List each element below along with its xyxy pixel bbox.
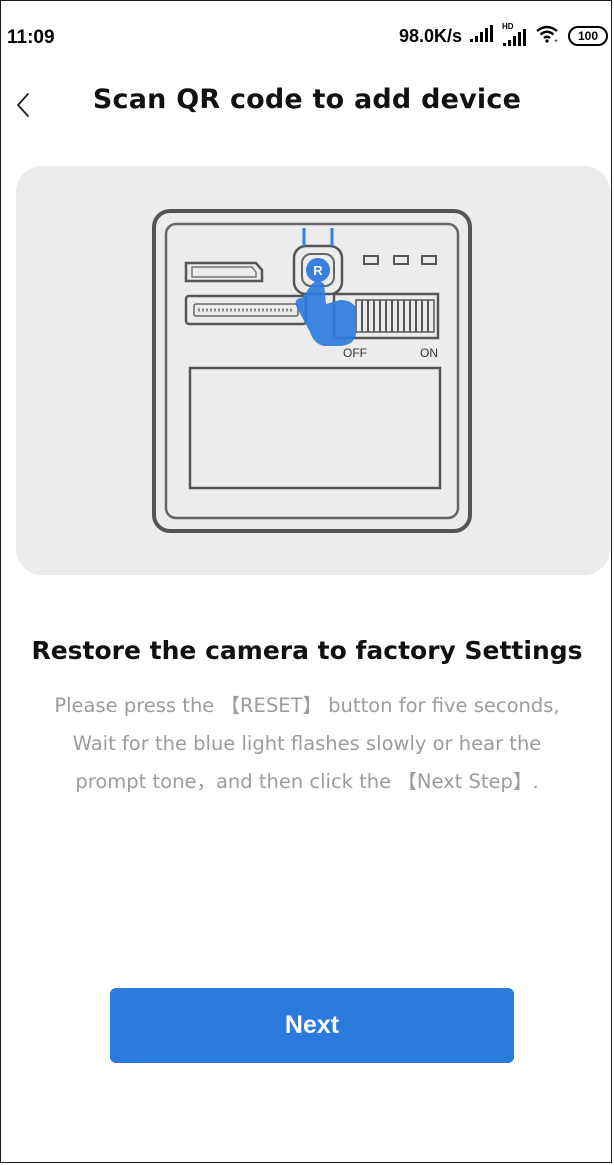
network-speed: 98.0K/s <box>398 25 462 46</box>
reset-button-label: R <box>313 263 323 278</box>
svg-text:+: + <box>554 38 558 44</box>
instructions-body: Please press the 【RESET】 button for five… <box>4 687 610 801</box>
next-button[interactable]: Next <box>110 988 514 1063</box>
signal-icon <box>469 25 495 47</box>
instructions-title: Restore the camera to factory Settings <box>31 636 583 665</box>
page-title: Scan QR code to add device <box>92 84 522 115</box>
reset-illustration-card: R OFF ON <box>16 166 610 575</box>
instructions-line: Wait for the blue light flashes slowly o… <box>72 732 542 755</box>
wifi-icon: + <box>535 24 561 48</box>
battery-level: 100 <box>577 29 599 43</box>
battery-icon: 100 <box>568 26 608 46</box>
switch-on-label: ON <box>420 346 438 360</box>
status-indicators: 98.0K/s HD + 100 <box>398 22 608 48</box>
instructions-line: Please press the 【RESET】 button for five… <box>54 694 560 717</box>
signal-hd-icon: HD <box>502 22 528 47</box>
camera-device-icon: R OFF ON <box>152 209 472 533</box>
switch-off-label: OFF <box>343 346 367 360</box>
status-bar: 11:09 98.0K/s HD + 100 <box>0 0 614 76</box>
instructions-line: prompt tone，and then click the 【Next Ste… <box>75 770 539 793</box>
hand-pointer-icon <box>295 281 356 346</box>
status-time: 11:09 <box>7 27 55 48</box>
